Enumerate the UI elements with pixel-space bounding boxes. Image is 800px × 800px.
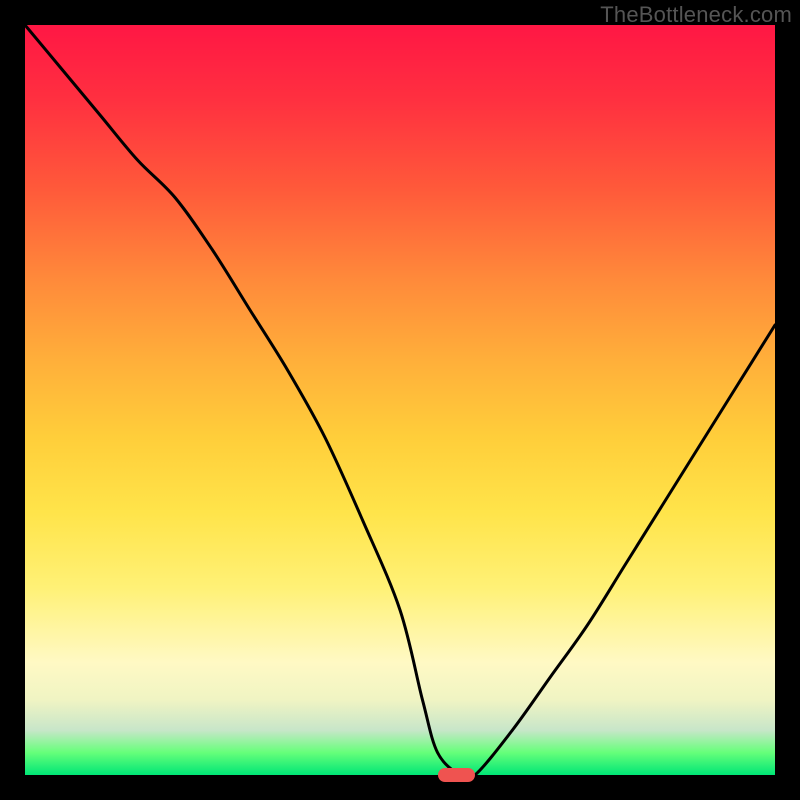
optimal-marker <box>438 768 476 782</box>
watermark-text: TheBottleneck.com <box>600 2 792 28</box>
plot-area <box>25 25 775 775</box>
curve-svg <box>25 25 775 775</box>
bottleneck-curve <box>25 25 775 775</box>
chart-frame <box>25 25 775 775</box>
